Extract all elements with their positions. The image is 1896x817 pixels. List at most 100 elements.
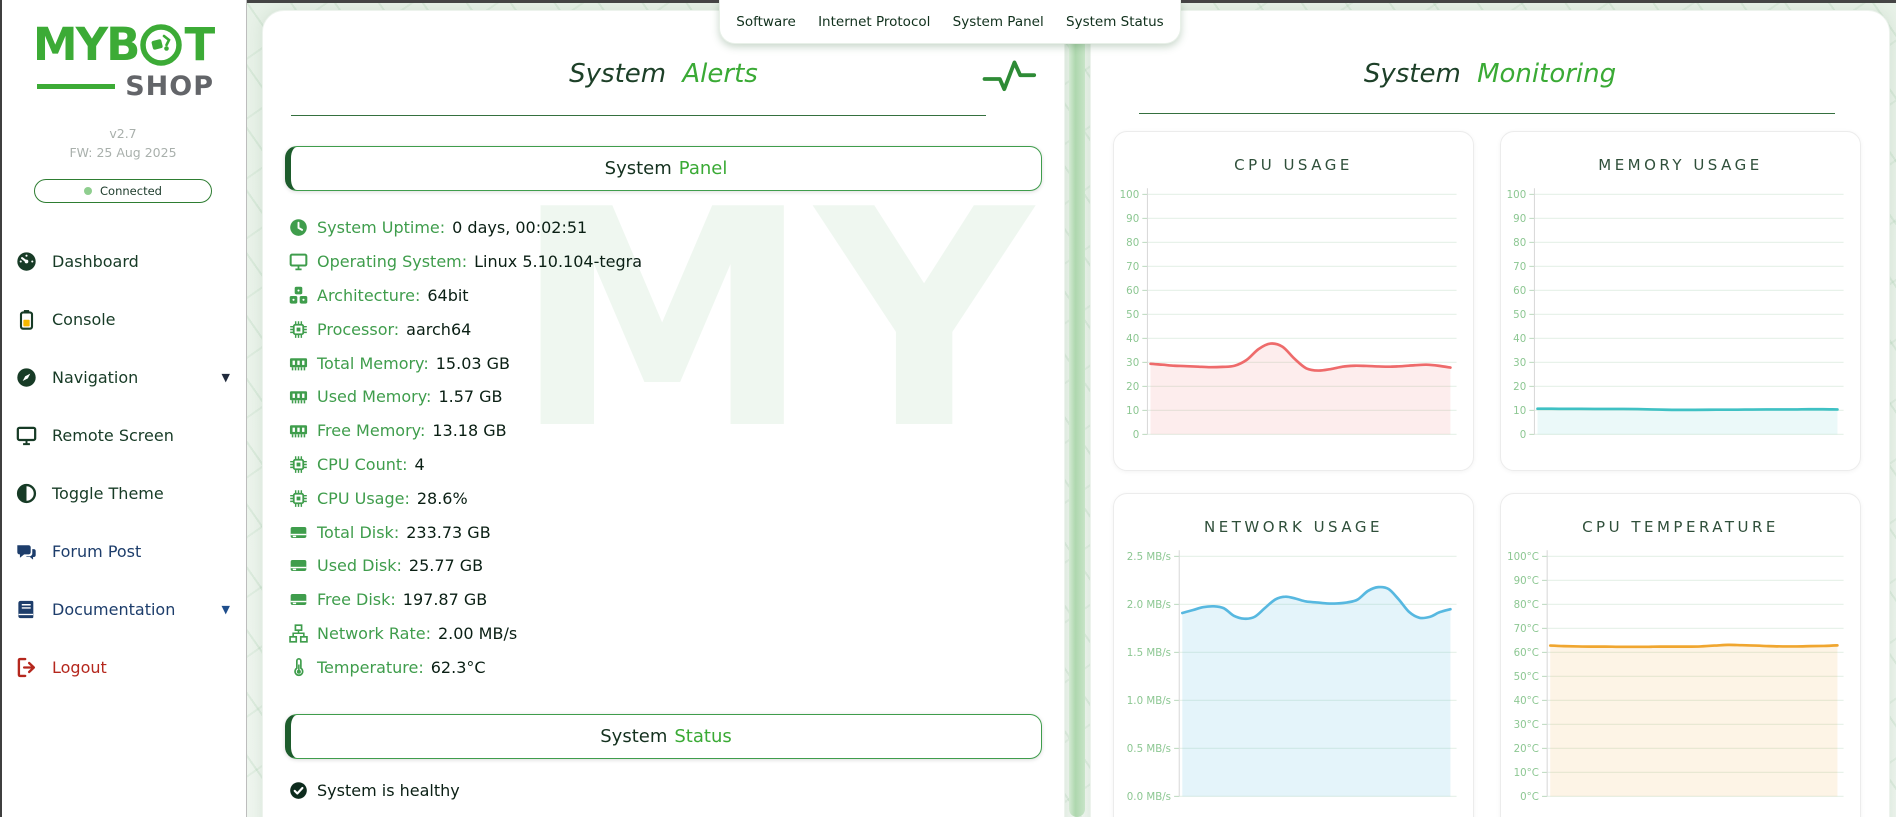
sidebar-item-label: Navigation xyxy=(52,368,138,387)
system-info-row-cpu-count: CPU Count:4 xyxy=(289,448,1064,482)
info-label: Temperature: xyxy=(317,658,424,677)
connection-status-pill[interactable]: Connected xyxy=(34,179,212,203)
alerts-title-underline xyxy=(291,115,986,116)
svg-text:90: 90 xyxy=(1126,213,1139,225)
info-label: Free Disk: xyxy=(317,590,396,609)
system-status-header: System Status xyxy=(285,714,1042,759)
svg-text:10: 10 xyxy=(1513,405,1526,417)
svg-text:20°C: 20°C xyxy=(1514,743,1539,755)
nav-item-internet-protocol[interactable]: Internet Protocol xyxy=(812,10,936,34)
svg-text:1.5 MB/s: 1.5 MB/s xyxy=(1127,647,1171,659)
system-info-row-free-disk: Free Disk: 197.87 GB xyxy=(289,583,1064,617)
monitoring-title-underline xyxy=(1139,113,1835,114)
info-label: CPU Usage: xyxy=(317,489,410,508)
svg-text:60°C: 60°C xyxy=(1514,647,1539,659)
sidebar-item-toggle-theme[interactable]: Toggle Theme xyxy=(0,465,246,523)
pulse-icon xyxy=(982,57,1038,101)
system-info-row-temperature: Temperature: 62.3°C xyxy=(289,650,1064,684)
app-window: MYB T SHOP v2.7 FW: 25 Aug 2025 Connecte… xyxy=(0,0,1896,817)
svg-text:0: 0 xyxy=(1133,429,1140,441)
svg-text:40°C: 40°C xyxy=(1514,695,1539,707)
logo-shop-text: SHOP xyxy=(125,71,214,102)
svg-text:60: 60 xyxy=(1513,285,1526,297)
sidebar-item-navigation[interactable]: Navigation ▼ xyxy=(0,349,246,407)
compass-icon xyxy=(16,367,37,388)
system-info-row-processor: Processor:aarch64 xyxy=(289,312,1064,346)
system-health-message: System is healthy xyxy=(317,781,460,800)
book-icon xyxy=(16,599,37,620)
svg-text:60: 60 xyxy=(1126,285,1139,297)
info-value: 62.3°C xyxy=(431,658,486,677)
alerts-title-primary: System xyxy=(569,59,666,89)
svg-text:0°C: 0°C xyxy=(1520,791,1539,803)
check-circle-icon xyxy=(289,781,308,800)
system-info-list: System Uptime:0 days, 00:02:51 Operating … xyxy=(289,211,1064,684)
info-value: 13.18 GB xyxy=(432,421,506,440)
caret-down-icon[interactable]: ▼ xyxy=(222,603,230,616)
logo-text-t: T xyxy=(184,22,213,67)
svg-text:30°C: 30°C xyxy=(1514,719,1539,731)
chip-icon xyxy=(289,489,308,508)
system-info-row-free-memory: Free Memory: 13.18 GB xyxy=(289,414,1064,448)
hdd-icon xyxy=(289,556,308,575)
sidebar-item-remote-screen[interactable]: Remote Screen xyxy=(0,407,246,465)
dashboard-icon xyxy=(16,251,37,272)
battery-icon xyxy=(16,309,37,330)
sidebar: MYB T SHOP v2.7 FW: 25 Aug 2025 Connecte… xyxy=(0,0,247,817)
sidebar-item-label: Console xyxy=(52,310,116,329)
sidebar-item-documentation[interactable]: Documentation▼ xyxy=(0,581,246,639)
system-info-row-used-memory: Used Memory:1.57 GB xyxy=(289,380,1064,414)
info-label: Free Memory: xyxy=(317,421,425,440)
charts-grid: CPU USAGE0102030405060708090100MEMORY US… xyxy=(1113,131,1861,817)
svg-text:70: 70 xyxy=(1513,261,1526,273)
info-label: Processor: xyxy=(317,320,399,339)
svg-text:30: 30 xyxy=(1126,357,1139,369)
alerts-title-secondary: Alerts xyxy=(682,59,757,89)
status-dot xyxy=(84,187,92,195)
system-info-row-network-rate: Network Rate:2.00 MB/s xyxy=(289,617,1064,651)
status-header-secondary: Status xyxy=(674,726,731,747)
system-health-row: System is healthy xyxy=(289,781,1064,800)
system-info-row-total-memory: Total Memory:15.03 GB xyxy=(289,346,1064,380)
panel-divider-scrollbar[interactable] xyxy=(1069,0,1085,817)
panel-header-secondary: Panel xyxy=(679,158,728,179)
cpu-temperature-chart: 0°C10°C20°C30°C40°C50°C60°C70°C80°C90°C1… xyxy=(1501,542,1860,817)
nav-item-software[interactable]: Software xyxy=(730,10,802,34)
sidebar-item-label: Dashboard xyxy=(52,252,139,271)
network-icon xyxy=(289,624,308,643)
sidebar-item-logout[interactable]: Logout xyxy=(0,639,246,697)
nav-item-system-status[interactable]: System Status xyxy=(1060,10,1170,34)
svg-text:0.5 MB/s: 0.5 MB/s xyxy=(1127,743,1171,755)
svg-text:100: 100 xyxy=(1120,189,1140,201)
cubes-icon xyxy=(289,286,308,305)
memory-usage-chart: 0102030405060708090100 xyxy=(1501,180,1860,459)
chip-icon xyxy=(289,455,308,474)
chart-title: CPU USAGE xyxy=(1114,156,1473,174)
sidebar-item-console[interactable]: Console xyxy=(0,291,246,349)
svg-text:0.0 MB/s: 0.0 MB/s xyxy=(1127,791,1171,803)
chart-title: MEMORY USAGE xyxy=(1501,156,1860,174)
cpu-usage-chart: 0102030405060708090100 xyxy=(1114,180,1473,459)
mybot-logo: MYB T SHOP xyxy=(18,22,228,102)
version-label: v2.7 xyxy=(0,124,246,143)
svg-text:100: 100 xyxy=(1507,189,1527,201)
info-value: 197.87 GB xyxy=(403,590,487,609)
sidebar-item-forum-post[interactable]: Forum Post xyxy=(0,523,246,581)
panel-header-primary: System xyxy=(605,158,672,179)
memory-icon xyxy=(289,354,308,373)
logout-icon xyxy=(16,657,37,678)
info-label: Operating System: xyxy=(317,252,467,271)
cpu-temperature-chart-card: CPU TEMPERATURE0°C10°C20°C30°C40°C50°C60… xyxy=(1500,493,1861,817)
connection-status-label: Connected xyxy=(100,184,162,198)
svg-text:50: 50 xyxy=(1126,309,1139,321)
sidebar-item-dashboard[interactable]: Dashboard xyxy=(0,233,246,291)
nav-item-system-panel[interactable]: System Panel xyxy=(947,10,1050,34)
system-info-row-used-disk: Used Disk:25.77 GB xyxy=(289,549,1064,583)
clock-icon xyxy=(289,218,308,237)
caret-down-icon[interactable]: ▼ xyxy=(222,371,230,384)
cpu-usage-chart-card: CPU USAGE0102030405060708090100 xyxy=(1113,131,1474,471)
info-value: 2.00 MB/s xyxy=(438,624,517,643)
system-info-row-architecture: Architecture:64bit xyxy=(289,279,1064,313)
system-info-row-system-uptime: System Uptime:0 days, 00:02:51 xyxy=(289,211,1064,245)
svg-text:30: 30 xyxy=(1513,357,1526,369)
